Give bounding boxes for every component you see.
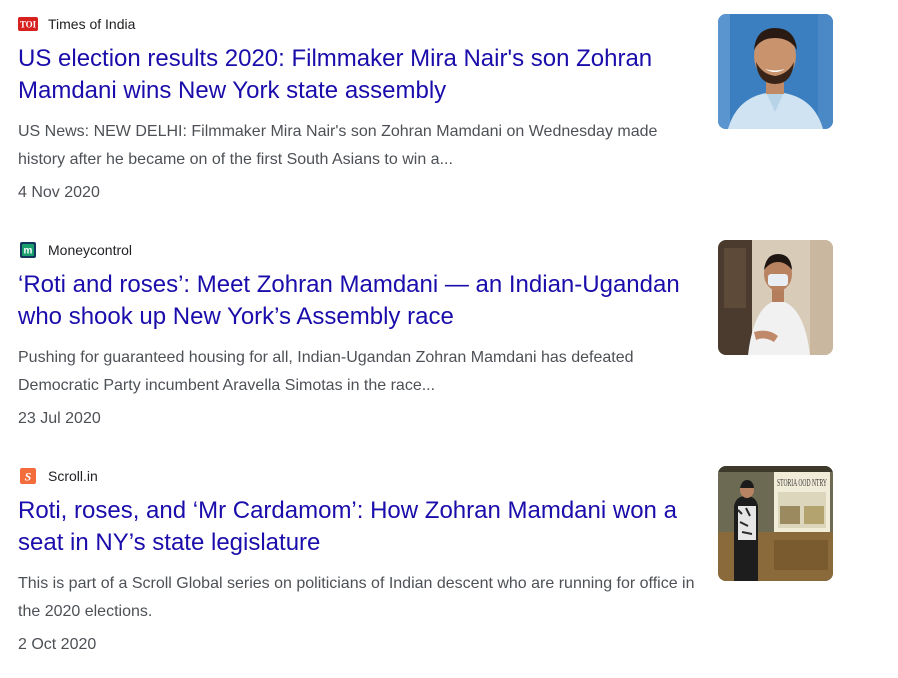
toi-icon: TOI xyxy=(18,16,38,32)
result-thumbnail[interactable]: STORIA OOD NTRY xyxy=(718,466,833,581)
result-date: 4 Nov 2020 xyxy=(18,184,100,201)
result-title-link[interactable]: ‘Roti and roses’: Meet Zohran Mamdani — … xyxy=(18,269,698,333)
result-snippet: US News: NEW DELHI: Filmmaker Mira Nair'… xyxy=(18,123,658,168)
result-snippet: This is part of a Scroll Global series o… xyxy=(18,575,695,620)
news-result: S Scroll.in Roti, roses, and ‘Mr Cardamo… xyxy=(18,466,833,666)
result-date: 2 Oct 2020 xyxy=(18,636,97,653)
result-title-link[interactable]: US election results 2020: Filmmaker Mira… xyxy=(18,43,698,107)
result-thumbnail[interactable] xyxy=(718,14,833,129)
news-result: m Moneycontrol ‘Roti and roses’: Meet Zo… xyxy=(18,240,833,440)
source-row: TOI Times of India xyxy=(18,14,135,34)
scroll-icon-text: S xyxy=(25,470,32,484)
moneycontrol-icon: m xyxy=(18,242,38,258)
source-name[interactable]: Scroll.in xyxy=(48,466,98,486)
source-name[interactable]: Moneycontrol xyxy=(48,240,132,260)
source-row: m Moneycontrol xyxy=(18,240,132,260)
news-result: TOI Times of India US election results 2… xyxy=(18,14,833,214)
scroll-icon: S xyxy=(18,468,38,484)
toi-icon-text: TOI xyxy=(20,20,37,30)
news-results-list: TOI Times of India US election results 2… xyxy=(0,0,898,678)
source-name[interactable]: Times of India xyxy=(48,14,135,34)
moneycontrol-icon-text: m xyxy=(24,246,33,257)
source-row: S Scroll.in xyxy=(18,466,98,486)
result-snippet: Pushing for guaranteed housing for all, … xyxy=(18,349,634,394)
result-thumbnail[interactable] xyxy=(718,240,833,355)
result-date: 23 Jul 2020 xyxy=(18,410,101,427)
thumb-sign-text: STORIA OOD NTRY xyxy=(777,478,827,489)
result-title-link[interactable]: Roti, roses, and ‘Mr Cardamom’: How Zohr… xyxy=(18,495,698,559)
